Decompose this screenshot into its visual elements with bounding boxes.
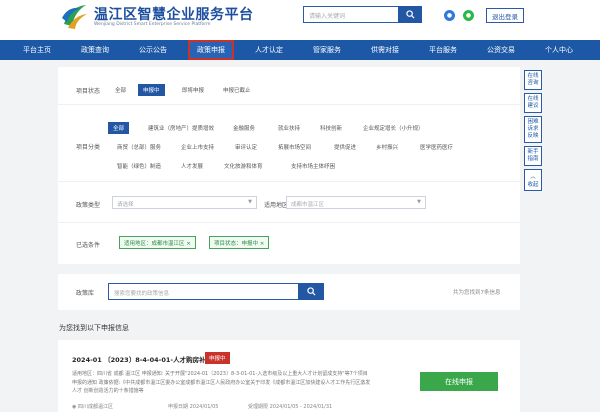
- nav-item-8[interactable]: 公资交易: [478, 40, 524, 60]
- policy-type-select[interactable]: 请选择 ▼: [112, 196, 257, 209]
- category-option[interactable]: 审评认定: [235, 143, 257, 151]
- category-option[interactable]: 建筑业（房地产）提质增效: [148, 124, 214, 132]
- deadline-value: 2024/01/05 - 2024/01/31: [269, 404, 333, 410]
- status-option-closed[interactable]: 申报已截止: [223, 86, 251, 94]
- status-label: 项目状态: [76, 88, 101, 95]
- status-option-all[interactable]: 全部: [115, 86, 126, 94]
- policy-search-button[interactable]: [298, 283, 324, 300]
- side-collapse-label: 收起: [527, 182, 539, 188]
- close-icon[interactable]: ×: [186, 241, 191, 247]
- category-option[interactable]: 拓展市场空间: [278, 143, 311, 151]
- nav-item-4[interactable]: 人才认定: [246, 40, 292, 60]
- filter-panel: 项目状态 全部 申报中 即将申报 申报已截止 项目分类 全部 建筑业（房地产）提…: [58, 67, 520, 264]
- category-option[interactable]: 医学医药医疗: [420, 143, 453, 151]
- category-label: 项目分类: [76, 144, 101, 151]
- policy-search-input[interactable]: 搜索您要找的政策信息: [108, 283, 298, 300]
- category-option[interactable]: 智能（绿色）制造: [117, 162, 161, 170]
- results-section-title: 为您找到以下申报信息: [59, 324, 129, 332]
- chevron-down-icon: ▼: [417, 199, 421, 205]
- category-option[interactable]: 金融服务: [233, 124, 255, 132]
- divider: [58, 181, 520, 182]
- side-tools: 在线咨询 在线建议 困难诉求反映 新手指南 ︿ 收起: [524, 70, 544, 191]
- main-nav: 平台主页 政策查询 公示公告 政策申报 人才认定 管家服务 供需对接 平台服务 公资交易 个人中心: [0, 40, 600, 60]
- close-icon[interactable]: ×: [260, 241, 265, 247]
- side-beginner-guide[interactable]: 新手指南: [524, 146, 542, 166]
- weibo-icon[interactable]: ●: [444, 10, 455, 21]
- apply-date-label: 申报日期: [168, 404, 189, 410]
- nav-item-2[interactable]: 公示公告: [130, 40, 176, 60]
- policy-search-panel: 政策库 搜索您要找的政策信息 共为您找到7条信息: [58, 274, 520, 310]
- platform-logo-icon: [62, 5, 87, 29]
- category-option[interactable]: 科技创新: [320, 124, 342, 132]
- chevron-down-icon: ▼: [248, 199, 252, 205]
- category-option[interactable]: 乡村振兴: [376, 143, 398, 151]
- platform-title: 温江区智慧企业服务平台: [94, 7, 254, 23]
- category-option[interactable]: 商贸（总部）服务: [117, 143, 161, 151]
- nav-item-1[interactable]: 政策查询: [72, 40, 118, 60]
- region-label: 适用地区: [264, 202, 289, 209]
- nav-item-6[interactable]: 供需对接: [362, 40, 408, 60]
- header-search-input[interactable]: 请输入关键词: [303, 6, 398, 23]
- nav-item-3[interactable]: 政策申报: [188, 40, 234, 60]
- nav-item-7[interactable]: 平台服务: [420, 40, 466, 60]
- divider: [58, 222, 520, 223]
- deadline-label: 受理期限: [248, 404, 269, 410]
- policy-type-placeholder: 请选择: [117, 202, 134, 208]
- policy-card-desc: 适用地区：四川省 成都 温江区 申报通知: 关于开展"2024-01〔2023〕…: [72, 371, 371, 394]
- category-option-all[interactable]: 全部: [108, 122, 130, 134]
- status-option-upcoming[interactable]: 即将申报: [182, 86, 204, 94]
- applied-tag-status[interactable]: 项目状态：申报中 ×: [209, 236, 270, 249]
- policy-type-label: 政策类型: [76, 202, 101, 209]
- platform-subtitle: Wenjiang District Smart Enterprise Servi…: [94, 22, 211, 27]
- category-option[interactable]: 就业扶持: [278, 124, 300, 132]
- policy-apply-date: 申报日期 2024/01/05: [168, 403, 218, 410]
- category-option[interactable]: 支持市场主体纾困: [291, 162, 335, 170]
- policy-card: 2024-01 〔2023〕8-4-04-01-人才购房补贴支持 申报中 适用地…: [58, 340, 520, 412]
- wechat-icon[interactable]: ●: [463, 10, 474, 21]
- category-option[interactable]: 人才发展: [181, 162, 203, 170]
- region-select[interactable]: 成都市温江区 ▼: [286, 196, 426, 209]
- search-icon: [306, 287, 316, 296]
- policy-library-label: 政策库: [76, 290, 95, 297]
- policy-deadline: 受理期限 2024/01/05 - 2024/01/31: [248, 403, 332, 410]
- applied-tag-text: 适用地区：成都市温江区: [124, 241, 185, 247]
- chevron-up-icon: ︿: [530, 174, 536, 180]
- nav-item-0[interactable]: 平台主页: [14, 40, 60, 60]
- result-count: 共为您找到7条信息: [453, 290, 501, 296]
- region-value: 成都市温江区: [291, 202, 325, 208]
- side-collapse-button[interactable]: ︿ 收起: [524, 169, 542, 191]
- applied-label: 已选条件: [76, 242, 101, 249]
- category-option[interactable]: 提供促进: [334, 143, 356, 151]
- policy-region: ◉ 四川成都温江区: [72, 403, 113, 410]
- nav-item-5[interactable]: 管家服务: [304, 40, 350, 60]
- status-option-ongoing[interactable]: 申报中: [138, 84, 165, 96]
- apply-date-value: 2024/01/05: [189, 404, 219, 410]
- header: 温江区智慧企业服务平台 Wenjiang District Smart Ente…: [0, 0, 600, 40]
- apply-online-button[interactable]: 在线申报: [420, 372, 498, 391]
- logout-button[interactable]: 退出登录: [486, 8, 524, 23]
- divider: [58, 104, 520, 105]
- category-option[interactable]: 企业规定增长（小升规）: [363, 124, 424, 132]
- policy-region-text: 四川成都温江区: [77, 404, 113, 410]
- search-icon: [405, 10, 415, 19]
- category-option[interactable]: 文化旅游和体育: [224, 162, 263, 170]
- policy-card-title[interactable]: 2024-01 〔2023〕8-4-04-01-人才购房补贴支持: [72, 354, 225, 364]
- side-online-suggest[interactable]: 在线建议: [524, 93, 542, 113]
- applied-tag-region[interactable]: 适用地区：成都市温江区 ×: [119, 236, 196, 249]
- header-search-button[interactable]: [398, 6, 422, 23]
- applied-tag-text: 项目状态：申报中: [214, 241, 259, 247]
- nav-item-9[interactable]: 个人中心: [536, 40, 582, 60]
- side-online-consult[interactable]: 在线咨询: [524, 70, 542, 90]
- side-report-difficulty[interactable]: 困难诉求反映: [524, 116, 542, 143]
- category-option[interactable]: 企业上市支持: [181, 143, 214, 151]
- status-badge: 申报中: [205, 352, 230, 364]
